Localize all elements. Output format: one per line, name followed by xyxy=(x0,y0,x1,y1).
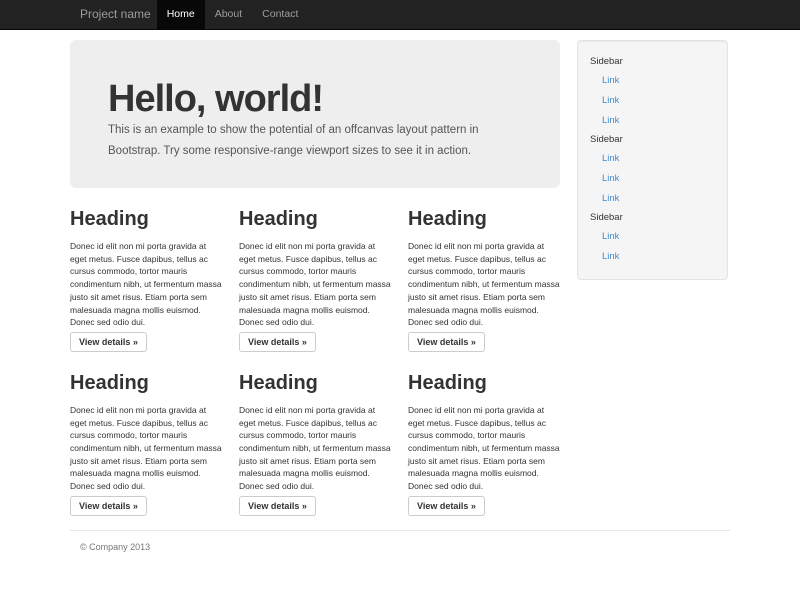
card-heading: Heading xyxy=(408,208,560,230)
sidebar-link[interactable]: Link xyxy=(590,189,715,209)
footer: © Company 2013 xyxy=(70,530,730,552)
view-details-button[interactable]: View details » xyxy=(70,496,147,516)
content-row: Hello, world! This is an example to show… xyxy=(70,30,730,516)
page-title: Hello, world! xyxy=(108,78,522,120)
nav-item-about[interactable]: About xyxy=(205,0,252,30)
view-details-button[interactable]: View details » xyxy=(408,496,485,516)
sidebar-group: Sidebar LinkLinkLink xyxy=(590,131,715,209)
sidebar-link[interactable]: Link xyxy=(590,247,715,267)
sidebar-link[interactable]: Link xyxy=(590,169,715,189)
content-card: Heading Donec id elit non mi porta gravi… xyxy=(239,352,391,516)
card-body-text: Donec id elit non mi porta gravida at eg… xyxy=(239,240,391,329)
sidebar-link[interactable]: Link xyxy=(590,149,715,169)
content-card: Heading Donec id elit non mi porta gravi… xyxy=(70,188,222,352)
jumbotron-description: This is an example to show the potential… xyxy=(108,120,522,161)
top-navbar: Project name Home About Contact xyxy=(0,0,800,30)
view-details-button[interactable]: View details » xyxy=(239,496,316,516)
nav-item-contact[interactable]: Contact xyxy=(252,0,308,30)
sidebar-link[interactable]: Link xyxy=(590,227,715,247)
card-heading: Heading xyxy=(239,372,391,394)
card-heading: Heading xyxy=(408,372,560,394)
footer-divider xyxy=(70,530,730,531)
card-body-text: Donec id elit non mi porta gravida at eg… xyxy=(70,404,222,493)
page-container: Hello, world! This is an example to show… xyxy=(70,30,730,552)
view-details-button[interactable]: View details » xyxy=(408,332,485,352)
sidebar-group: Sidebar LinkLinkLink xyxy=(590,53,715,131)
card-heading: Heading xyxy=(70,208,222,230)
sidebar-group-heading: Sidebar xyxy=(590,131,715,149)
sidebar-group-heading: Sidebar xyxy=(590,209,715,227)
card-body-text: Donec id elit non mi porta gravida at eg… xyxy=(239,404,391,493)
card-heading: Heading xyxy=(239,208,391,230)
sidebar-link[interactable]: Link xyxy=(590,71,715,91)
sidebar-link[interactable]: Link xyxy=(590,111,715,131)
navbar-brand-label: Project name xyxy=(80,7,151,21)
jumbotron: Hello, world! This is an example to show… xyxy=(70,40,560,188)
cards-grid: Heading Donec id elit non mi porta gravi… xyxy=(70,188,560,516)
card-heading: Heading xyxy=(70,372,222,394)
content-card: Heading Donec id elit non mi porta gravi… xyxy=(239,188,391,352)
footer-copyright: © Company 2013 xyxy=(80,542,730,552)
navbar-container: Project name Home About Contact xyxy=(70,0,730,30)
content-card: Heading Donec id elit non mi porta gravi… xyxy=(408,188,560,352)
navbar-brand[interactable]: Project name xyxy=(70,0,157,30)
card-body-text: Donec id elit non mi porta gravida at eg… xyxy=(408,240,560,329)
card-body-text: Donec id elit non mi porta gravida at eg… xyxy=(408,404,560,493)
content-card: Heading Donec id elit non mi porta gravi… xyxy=(70,352,222,516)
sidebar-group-heading: Sidebar xyxy=(590,53,715,71)
content-card: Heading Donec id elit non mi porta gravi… xyxy=(408,352,560,516)
view-details-button[interactable]: View details » xyxy=(239,332,316,352)
sidebar-group: Sidebar LinkLink xyxy=(590,209,715,267)
main-column: Hello, world! This is an example to show… xyxy=(70,30,560,516)
sidebar: Sidebar LinkLinkLink Sidebar LinkLinkLin… xyxy=(577,40,728,280)
sidebar-link[interactable]: Link xyxy=(590,91,715,111)
view-details-button[interactable]: View details » xyxy=(70,332,147,352)
nav-item-home[interactable]: Home xyxy=(157,0,205,30)
card-body-text: Donec id elit non mi porta gravida at eg… xyxy=(70,240,222,329)
